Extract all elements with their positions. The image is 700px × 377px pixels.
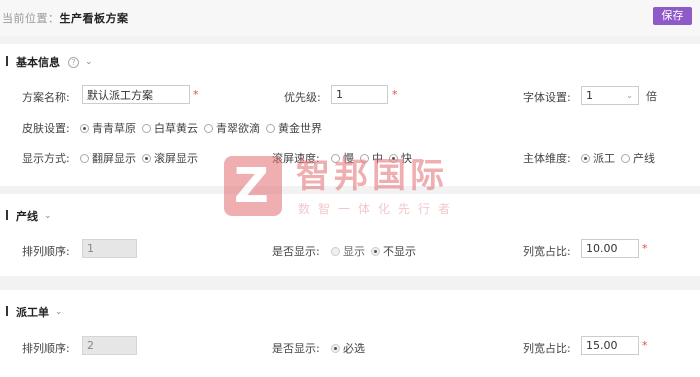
chevron-down-icon[interactable]: ⌄ <box>85 57 93 67</box>
skin-option-2[interactable]: 白草黄云 <box>142 120 198 136</box>
scheme-name-label: 方案名称: <box>22 91 70 104</box>
save-button[interactable]: 保存 <box>653 7 692 25</box>
speed-option-medium[interactable]: 中 <box>360 150 383 166</box>
font-unit: 倍 <box>646 90 657 103</box>
order-input <box>82 239 137 258</box>
top-bar: 当前位置：生产看板方案 保存 <box>0 0 700 36</box>
section-title: 基本信息 <box>16 56 60 69</box>
skin-option-3[interactable]: 青翠欲滴 <box>204 120 260 136</box>
radio[interactable] <box>204 123 213 133</box>
chevron-down-icon[interactable]: ⌄ <box>44 211 52 221</box>
radio[interactable] <box>621 153 630 163</box>
line-section: 产线 ⌄ 排列顺序: 是否显示: 显示 不显示 列宽占比: * <box>0 194 700 276</box>
radio[interactable] <box>331 246 340 256</box>
radio[interactable] <box>266 123 275 133</box>
radio[interactable] <box>331 153 340 163</box>
section-marker <box>6 56 8 66</box>
show-option-hide[interactable]: 不显示 <box>371 243 416 259</box>
radio-selected[interactable] <box>80 123 89 133</box>
skin-label: 皮肤设置: <box>22 122 70 135</box>
priority-input[interactable] <box>331 85 388 104</box>
speed-option-fast[interactable]: 快 <box>389 150 412 166</box>
chevron-down-icon[interactable]: ⌄ <box>55 307 63 317</box>
dimension-option-dispatch[interactable]: 派工 <box>581 150 615 166</box>
radio-selected <box>331 343 340 353</box>
section-header-dispatch[interactable]: 派工单 ⌄ <box>16 304 63 320</box>
order-label: 排列顺序: <box>22 245 70 258</box>
display-option-scroll[interactable]: 滚屏显示 <box>142 150 198 166</box>
skin-radio-group: 青青草原 白草黄云 青翠欲滴 黄金世界 <box>80 120 328 136</box>
display-option-flip[interactable]: 翻屏显示 <box>80 150 136 166</box>
required-mark: * <box>392 88 398 101</box>
section-title: 产线 <box>16 210 38 223</box>
section-marker <box>6 210 8 220</box>
order-label: 排列顺序: <box>22 342 70 355</box>
radio-selected[interactable] <box>371 246 380 256</box>
radio[interactable] <box>80 153 89 163</box>
show-label: 是否显示: <box>272 245 320 258</box>
section-marker <box>6 306 8 316</box>
chevron-down-icon: ⌄ <box>626 91 633 100</box>
show-radio-group: 必选 <box>331 340 371 356</box>
width-ratio-input[interactable] <box>581 336 639 355</box>
priority-label: 优先级: <box>284 91 321 104</box>
dimension-radio-group: 派工 产线 <box>581 150 661 166</box>
font-size-label: 字体设置: <box>523 91 571 104</box>
display-mode-radio-group: 翻屏显示 滚屏显示 <box>80 150 204 166</box>
width-ratio-label: 列宽占比: <box>523 245 571 258</box>
radio[interactable] <box>360 153 369 163</box>
skin-option-1[interactable]: 青青草原 <box>80 120 136 136</box>
breadcrumb-current: 生产看板方案 <box>59 12 129 25</box>
radio[interactable] <box>142 123 151 133</box>
width-ratio-label: 列宽占比: <box>523 342 571 355</box>
font-size-select[interactable]: 1 ⌄ <box>581 86 639 105</box>
speed-option-slow[interactable]: 慢 <box>331 150 354 166</box>
scheme-name-input[interactable] <box>82 85 190 104</box>
radio-selected[interactable] <box>142 153 151 163</box>
required-mark: * <box>642 242 648 255</box>
show-option-required: 必选 <box>331 340 365 356</box>
scroll-speed-label: 滚屏速度: <box>272 152 320 165</box>
required-mark: * <box>193 88 199 101</box>
show-radio-group: 显示 不显示 <box>331 243 422 259</box>
radio-selected[interactable] <box>389 153 398 163</box>
section-title: 派工单 <box>16 306 49 319</box>
dispatch-section: 派工单 ⌄ 排列顺序: 是否显示: 必选 列宽占比: * <box>0 290 700 377</box>
show-option-show[interactable]: 显示 <box>331 243 365 259</box>
width-ratio-input[interactable] <box>581 239 639 258</box>
required-mark: * <box>642 339 648 352</box>
font-size-value: 1 <box>586 89 593 102</box>
breadcrumb: 当前位置：生产看板方案 <box>2 10 129 26</box>
display-mode-label: 显示方式: <box>22 152 70 165</box>
breadcrumb-prefix: 当前位置： <box>2 12 60 25</box>
section-header-line[interactable]: 产线 ⌄ <box>16 208 52 224</box>
dimension-option-line[interactable]: 产线 <box>621 150 655 166</box>
radio-selected[interactable] <box>581 153 590 163</box>
question-circle-icon[interactable]: ? <box>68 56 79 68</box>
scroll-speed-radio-group: 慢 中 快 <box>331 150 418 166</box>
basic-info-section: 基本信息 ? ⌄ 方案名称: * 优先级: * 字体设置: 1 ⌄ 倍 皮肤设置… <box>0 44 700 186</box>
section-header-basic[interactable]: 基本信息 ? ⌄ <box>16 54 93 70</box>
show-label: 是否显示: <box>272 342 320 355</box>
order-input <box>82 336 137 355</box>
skin-option-4[interactable]: 黄金世界 <box>266 120 322 136</box>
dimension-label: 主体维度: <box>523 152 571 165</box>
